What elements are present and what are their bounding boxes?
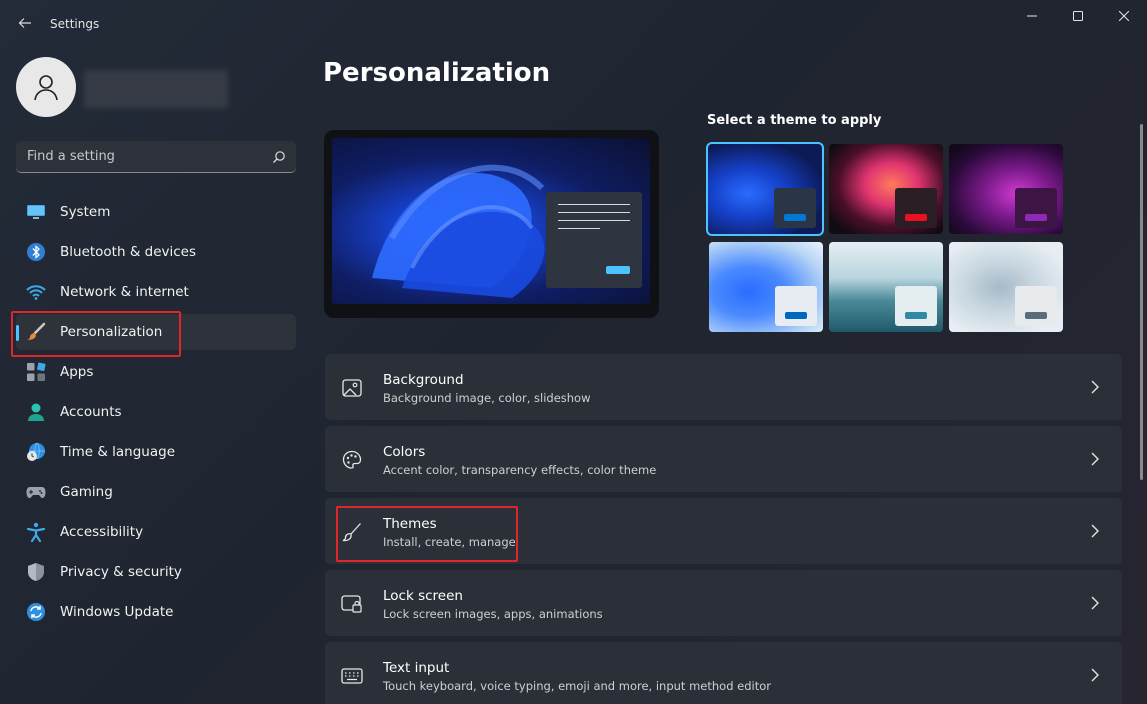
sidebar-item-system[interactable]: System (16, 194, 296, 230)
search-icon[interactable] (272, 150, 286, 164)
paintbrush-icon (26, 322, 46, 342)
card-subtitle: Touch keyboard, voice typing, emoji and … (383, 679, 772, 693)
sidebar-item-label: Gaming (60, 484, 113, 500)
card-title: Themes (383, 516, 437, 532)
card-colors[interactable]: Colors Accent color, transparency effect… (325, 426, 1122, 492)
sidebar-item-label: Network & internet (60, 284, 189, 300)
sidebar-item-time-language[interactable]: Time & language (16, 434, 296, 470)
sidebar-item-label: Accessibility (60, 524, 144, 540)
card-lock-screen[interactable]: Lock screen Lock screen images, apps, an… (325, 570, 1122, 636)
person-icon (26, 402, 46, 422)
sidebar-item-windows-update[interactable]: Windows Update (16, 594, 296, 630)
sidebar-item-apps[interactable]: Apps (16, 354, 296, 390)
theme-preview (324, 130, 659, 318)
brush-icon (341, 521, 363, 543)
chevron-right-icon (1088, 667, 1102, 683)
card-subtitle: Accent color, transparency effects, colo… (383, 463, 657, 477)
maximize-icon (1073, 11, 1083, 21)
sidebar-item-bluetooth[interactable]: Bluetooth & devices (16, 234, 296, 270)
sidebar-nav: System Bluetooth & devices Network & int… (16, 194, 296, 634)
preview-window (546, 192, 642, 288)
chevron-right-icon (1088, 379, 1102, 395)
theme-heading: Select a theme to apply (707, 113, 882, 128)
sidebar-item-accounts[interactable]: Accounts (16, 394, 296, 430)
theme-tile-flow[interactable] (949, 242, 1063, 332)
monitor-icon (26, 202, 46, 222)
preview-accent-button (606, 266, 630, 274)
avatar[interactable] (16, 57, 76, 117)
back-button[interactable] (14, 12, 36, 34)
theme-tile-windows-light[interactable] (709, 242, 823, 332)
theme-tile-sunrise-lake[interactable] (829, 242, 943, 332)
sidebar-item-label: Privacy & security (60, 564, 182, 580)
person-placeholder-icon (34, 75, 58, 101)
sidebar-item-personalization[interactable]: Personalization (16, 314, 296, 350)
close-button[interactable] (1101, 0, 1147, 32)
card-subtitle: Install, create, manage (383, 535, 516, 549)
apps-icon (26, 362, 46, 382)
sidebar-item-label: System (60, 204, 111, 220)
sidebar-item-label: Windows Update (60, 604, 174, 620)
theme-tile-captured-motion[interactable] (949, 144, 1063, 234)
minimize-button[interactable] (1009, 0, 1055, 32)
chevron-right-icon (1088, 523, 1102, 539)
scrollbar[interactable] (1140, 124, 1143, 480)
page-title: Personalization (323, 58, 551, 88)
settings-window: Settings System (0, 0, 1147, 704)
sidebar-item-label: Apps (60, 364, 94, 380)
sidebar-item-label: Bluetooth & devices (60, 244, 197, 260)
sidebar-item-network[interactable]: Network & internet (16, 274, 296, 310)
card-subtitle: Lock screen images, apps, animations (383, 607, 603, 621)
globe-clock-icon (26, 442, 46, 462)
chevron-right-icon (1088, 595, 1102, 611)
search-input[interactable] (16, 141, 266, 172)
sidebar-item-label: Time & language (60, 444, 176, 460)
theme-tile-windows-dark[interactable] (706, 142, 824, 236)
minimize-icon (1027, 15, 1037, 17)
app-title: Settings (50, 17, 100, 31)
close-icon (1119, 11, 1129, 21)
lock-screen-icon (341, 593, 363, 615)
card-title: Colors (383, 444, 426, 460)
gamepad-icon (26, 482, 46, 502)
shield-icon (26, 562, 46, 582)
card-title: Background (383, 372, 464, 388)
card-title: Lock screen (383, 588, 463, 604)
chevron-right-icon (1088, 451, 1102, 467)
card-text-input[interactable]: Text input Touch keyboard, voice typing,… (325, 642, 1122, 704)
maximize-button[interactable] (1055, 0, 1101, 32)
update-icon (26, 602, 46, 622)
title-bar: Settings (0, 0, 1147, 48)
keyboard-icon (341, 665, 363, 687)
palette-icon (341, 449, 363, 471)
card-title: Text input (383, 660, 450, 676)
sidebar-item-accessibility[interactable]: Accessibility (16, 514, 296, 550)
search-box[interactable] (16, 141, 296, 173)
sidebar-item-label: Personalization (60, 324, 163, 340)
wifi-icon (26, 282, 46, 302)
back-arrow-icon (18, 18, 31, 28)
bluetooth-icon (26, 242, 46, 262)
account-name-redacted (84, 70, 228, 108)
card-background[interactable]: Background Background image, color, slid… (325, 354, 1122, 420)
card-subtitle: Background image, color, slideshow (383, 391, 591, 405)
sidebar-item-label: Accounts (60, 404, 122, 420)
accessibility-icon (26, 522, 46, 542)
theme-tile-glow[interactable] (829, 144, 943, 234)
card-themes[interactable]: Themes Install, create, manage (325, 498, 1122, 564)
sidebar-item-gaming[interactable]: Gaming (16, 474, 296, 510)
sidebar-item-privacy[interactable]: Privacy & security (16, 554, 296, 590)
selection-indicator (16, 325, 19, 341)
image-icon (341, 377, 363, 399)
preview-desktop (332, 138, 650, 304)
